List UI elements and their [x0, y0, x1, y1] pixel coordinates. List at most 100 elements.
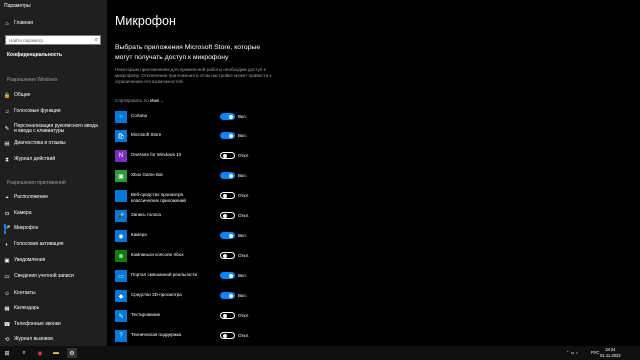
search-placeholder: Найти параметр [9, 38, 44, 43]
sidebar-item-label: Камера [14, 210, 32, 217]
toggle-knob [222, 313, 227, 318]
window-title: Параметры [4, 3, 31, 9]
toggle-state: Вкл. [238, 114, 247, 119]
access-toggle[interactable] [220, 172, 235, 179]
sidebar-item-account[interactable]: ▭ Сведения учетной записи [0, 270, 107, 284]
sidebar-item-label: Уведомления [14, 257, 46, 264]
sort-value[interactable]: Имя [150, 98, 159, 103]
sidebar-item-phone-calls[interactable]: ☎ Телефонные звонки [0, 318, 107, 332]
microphone-icon: 🎤 [3, 226, 11, 232]
sidebar-item-inking[interactable]: ✎ Персонализация рукописного ввода и вво… [0, 121, 107, 137]
sidebar-item-general[interactable]: 🔒 Общие [0, 89, 107, 103]
access-toggle[interactable] [220, 113, 235, 120]
sidebar-item-microphone[interactable]: 🎤 Микрофон [0, 222, 107, 236]
clock-time[interactable]: 18:24 [605, 347, 615, 352]
access-toggle[interactable] [220, 192, 235, 199]
language-indicator[interactable]: РУС [591, 350, 599, 355]
sidebar-item-speech[interactable]: ♫ Голосовые функции [0, 105, 107, 119]
app-name: Средство 3D-просмотра [131, 292, 182, 297]
app-row: ⊗ Компаньон консоли Xbox Откл. [115, 250, 255, 266]
app-row: ◉ Камера Вкл. [115, 230, 255, 246]
toggle-knob [222, 333, 227, 338]
sidebar-item-label: Общие [14, 92, 31, 99]
access-toggle[interactable] [220, 152, 235, 159]
app-icon [115, 190, 127, 202]
section-app-permissions: Разрешения приложений [7, 180, 66, 186]
toggle-state: Откл. [238, 193, 250, 198]
app-icon: ⊗ [115, 250, 127, 262]
sidebar-item-location[interactable]: ⌖ Расположение [0, 191, 107, 205]
app-icon: 🛍 [115, 130, 127, 142]
main-content: Микрофон Выбрать приложения Microsoft St… [107, 0, 640, 346]
sidebar-item-diagnostics[interactable]: ▤ Диагностика и отзывы [0, 137, 107, 151]
sidebar-item-label: Журнал вызовов [14, 336, 53, 343]
access-toggle[interactable] [220, 212, 235, 219]
app-row: 🛍 Microsoft Store Вкл. [115, 130, 255, 146]
chevron-down-icon[interactable]: ⌄ [160, 98, 164, 103]
location-icon: ⌖ [5, 194, 9, 201]
app-icon: ▣ [115, 170, 127, 182]
clock-date[interactable]: 01.11.2022 [600, 353, 621, 358]
sidebar-item-contacts[interactable]: ☺ Контакты [0, 287, 107, 301]
sidebar-item-camera[interactable]: ◘ Камера [0, 207, 107, 221]
toggle-state: Откл. [238, 153, 250, 158]
sidebar-item-label: Телефонные звонки [14, 321, 61, 328]
folder-icon[interactable]: ▬ [51, 348, 61, 358]
sidebar-item-calendar[interactable]: ▦ Календарь [0, 302, 107, 316]
app-icon: ▭ [115, 270, 127, 282]
app-row: ○ Cortana Вкл. [115, 111, 255, 127]
page-title: Микрофон [115, 14, 176, 28]
start-icon[interactable]: ⊞ [2, 348, 12, 358]
search-taskbar-icon[interactable]: ⌕ [19, 348, 29, 358]
search-input[interactable]: Найти параметр ⌕ [5, 35, 101, 45]
app-name: Cortana [131, 113, 148, 118]
sidebar-item-call-history[interactable]: ⟲ Журнал вызовов [0, 334, 107, 346]
sidebar-item-notifications[interactable]: ▣ Уведомления [0, 254, 107, 268]
toggle-knob [228, 273, 233, 278]
sidebar-item-voice-activation[interactable]: ◐ Голосовая активация [0, 238, 107, 252]
contacts-icon: ☺ [4, 291, 10, 297]
app-name: Microsoft Store [131, 132, 162, 137]
app-name: Xbox Game Bar [131, 172, 164, 177]
toggle-state: Откл. [238, 253, 250, 258]
sidebar-item-label: Микрофон [14, 225, 39, 232]
access-toggle[interactable] [220, 252, 235, 259]
app-icon: ◉ [115, 230, 127, 242]
toggle-knob [228, 114, 233, 119]
app-row: 🎤 Запись голоса Откл. [115, 210, 255, 226]
app-name: Компаньон консоли Xbox [131, 252, 184, 257]
app-icon: 🎤 [115, 210, 127, 222]
app-icon: N [115, 150, 127, 162]
category-title: Конфиденциальность [7, 52, 63, 58]
toggle-state: Откл. [238, 333, 250, 338]
access-toggle[interactable] [220, 332, 235, 339]
access-toggle[interactable] [220, 312, 235, 319]
feedback-icon: ▤ [4, 141, 10, 147]
app-name: OneNote for Windows 10 [131, 152, 182, 157]
app-icon: ✎ [115, 310, 127, 322]
sort-control[interactable]: Сортировать по Имя ⌄ [115, 98, 164, 104]
tray-icons[interactable]: ⌃ ▭ ♪ [566, 350, 578, 355]
access-toggle[interactable] [220, 232, 235, 239]
app-icon: ? [115, 330, 127, 342]
sidebar: Параметры ⌂ Главная Найти параметр ⌕ Кон… [0, 0, 107, 346]
speech-icon: ♫ [4, 109, 10, 115]
chrome-icon[interactable]: ◉ [35, 348, 45, 358]
access-toggle[interactable] [220, 132, 235, 139]
sidebar-item-label: Персонализация рукописного ввода и ввода… [14, 122, 98, 134]
app-row: N OneNote for Windows 10 Откл. [115, 150, 255, 166]
sidebar-home[interactable]: ⌂ Главная [0, 17, 107, 31]
access-toggle[interactable] [220, 272, 235, 279]
sidebar-item-label: Контакты [14, 290, 36, 297]
sidebar-item-activity[interactable]: ⧗ Журнал действий [0, 153, 107, 167]
toggle-knob [228, 233, 233, 238]
toggle-knob [228, 293, 233, 298]
sidebar-item-label: Голосовая активация [14, 241, 64, 248]
sidebar-item-label: Диагностика и отзывы [14, 140, 66, 147]
settings-icon[interactable]: ⚙ [67, 348, 77, 358]
access-toggle[interactable] [220, 292, 235, 299]
calendar-icon: ▦ [4, 306, 10, 312]
search-icon[interactable]: ⌕ [95, 37, 98, 44]
camera-icon: ◘ [5, 211, 9, 217]
voice-activation-icon: ◐ [5, 242, 9, 248]
